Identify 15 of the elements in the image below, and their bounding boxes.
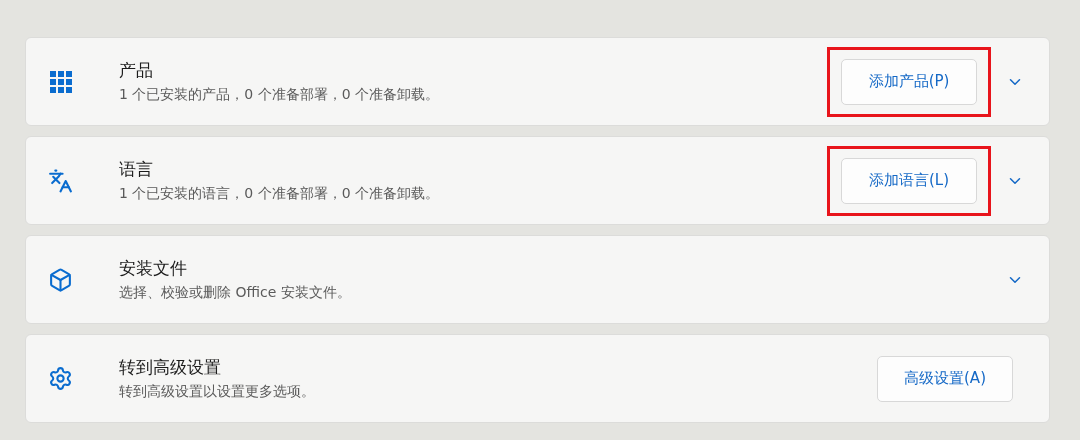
section-description: 转到高级设置以设置更多选项。 xyxy=(119,383,316,401)
grid-icon xyxy=(49,70,72,93)
section-description: 选择、校验或删除 Office 安装文件。 xyxy=(119,284,352,302)
translate-icon xyxy=(48,167,73,194)
settings-icon xyxy=(48,366,73,391)
section-description: 1 个已安装的产品，0 个准备部署，0 个准备卸载。 xyxy=(119,86,441,104)
section-title: 转到高级设置 xyxy=(119,356,222,379)
action-button[interactable]: 高级设置(A) xyxy=(877,355,1013,402)
box-icon xyxy=(48,266,73,293)
section-description: 1 个已安装的语言，0 个准备部署，0 个准备卸载。 xyxy=(119,185,441,203)
action-button[interactable]: 添加产品(P) xyxy=(841,58,977,105)
section-title: 产品 xyxy=(119,59,154,82)
section-title: 安装文件 xyxy=(119,257,188,280)
section-title: 语言 xyxy=(119,158,154,181)
action-button[interactable]: 添加语言(L) xyxy=(841,157,977,204)
